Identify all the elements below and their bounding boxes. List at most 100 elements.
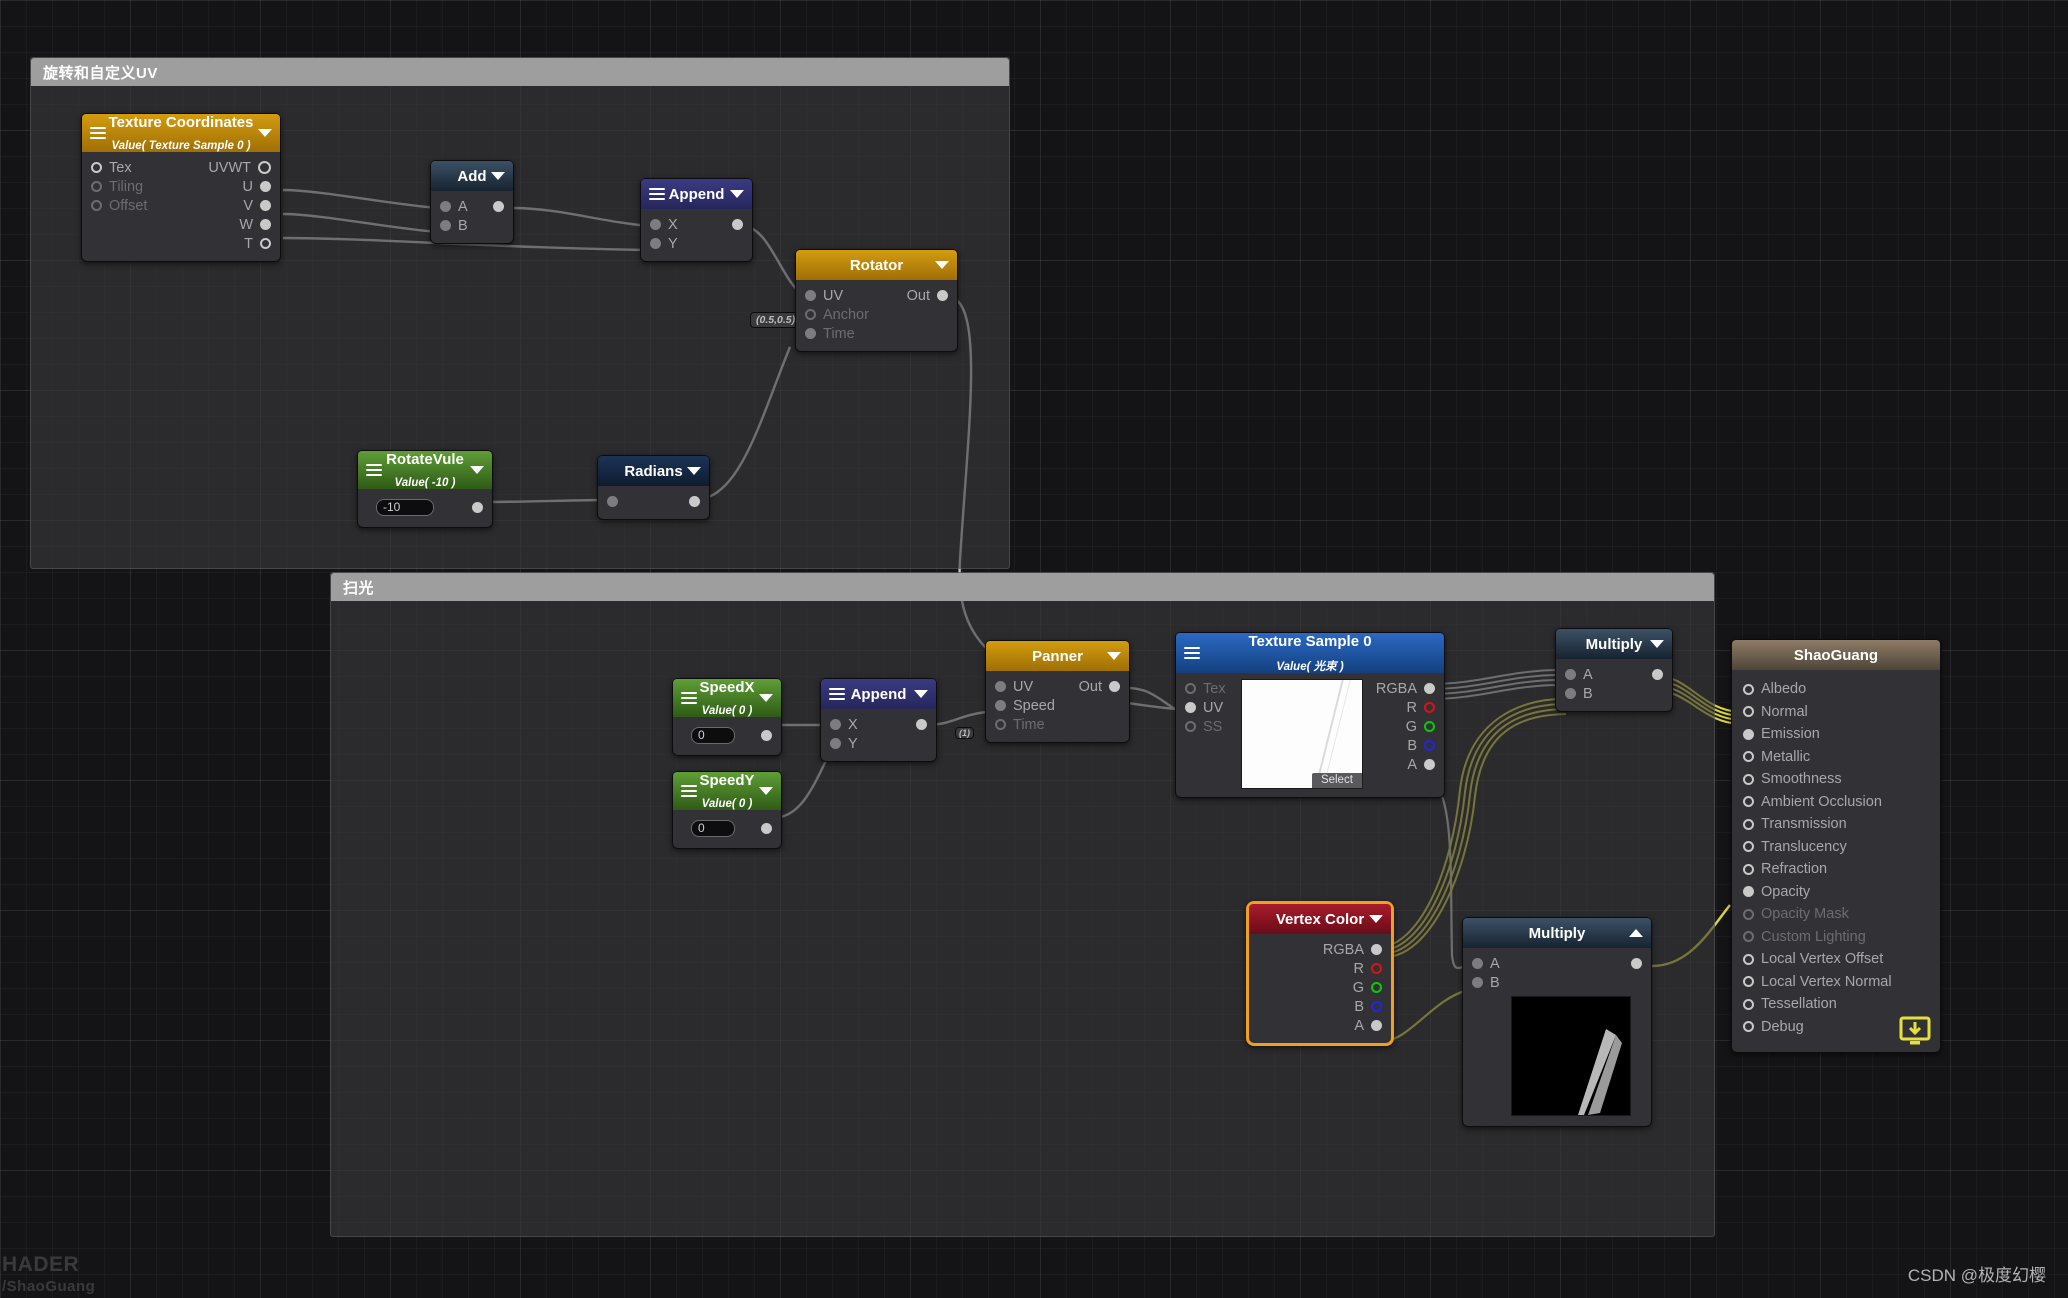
value-input-field[interactable]: 0 bbox=[691, 819, 735, 837]
input-port[interactable] bbox=[1743, 841, 1754, 853]
chevron-down-icon[interactable] bbox=[730, 190, 744, 198]
node-texture-coordinates[interactable]: Texture Coordinates Value( Texture Sampl… bbox=[81, 113, 281, 262]
shaoguang-slot-smoothness[interactable]: Smoothness bbox=[1732, 768, 1940, 791]
node-header[interactable]: ShaoGuang bbox=[1732, 640, 1940, 670]
input-port[interactable] bbox=[1743, 683, 1754, 695]
shaoguang-slot-albedo[interactable]: Albedo bbox=[1732, 678, 1940, 701]
shaoguang-slot-translucency[interactable]: Translucency bbox=[1732, 836, 1940, 859]
shaoguang-slot-metallic[interactable]: Metallic bbox=[1732, 746, 1940, 769]
node-radians[interactable]: Radians bbox=[597, 455, 710, 520]
node-rotate-vule[interactable]: RotateVule Value( -10 ) -10 bbox=[357, 450, 493, 528]
node-append-speed[interactable]: Append X Y bbox=[820, 678, 937, 762]
node-speed-y[interactable]: SpeedY Value( 0 ) 0 bbox=[672, 771, 782, 849]
input-port[interactable] bbox=[1743, 998, 1754, 1010]
node-header[interactable]: Radians bbox=[598, 456, 709, 486]
value-input-field[interactable]: -10 bbox=[376, 498, 434, 516]
node-header[interactable]: Texture Sample 0 Value( 光束 ) bbox=[1176, 633, 1444, 673]
node-header[interactable]: Add bbox=[431, 161, 513, 191]
input-port-time[interactable] bbox=[995, 719, 1006, 730]
output-port-r[interactable] bbox=[1424, 702, 1435, 713]
chevron-down-icon[interactable] bbox=[491, 172, 505, 180]
node-vertex-color[interactable]: Vertex Color RGBA R G B A bbox=[1246, 901, 1394, 1046]
input-port[interactable] bbox=[1743, 976, 1754, 988]
output-port[interactable] bbox=[1631, 958, 1642, 969]
input-port-a[interactable] bbox=[1565, 669, 1576, 680]
rotator-anchor-chip[interactable]: (0.5,0.5) bbox=[750, 312, 802, 328]
shaoguang-slot-ambient-occlusion[interactable]: Ambient Occlusion bbox=[1732, 791, 1940, 814]
shaoguang-slot-opacity[interactable]: Opacity bbox=[1732, 881, 1940, 904]
node-header[interactable]: SpeedX Value( 0 ) bbox=[673, 679, 781, 717]
chevron-down-icon[interactable] bbox=[258, 129, 272, 137]
chevron-down-icon[interactable] bbox=[935, 261, 949, 269]
node-header[interactable]: RotateVule Value( -10 ) bbox=[358, 451, 492, 489]
output-port-u[interactable] bbox=[260, 181, 271, 192]
hamburger-icon[interactable] bbox=[829, 688, 845, 700]
input-port-time[interactable] bbox=[805, 328, 816, 339]
output-port-a[interactable] bbox=[1371, 1020, 1382, 1031]
node-header[interactable]: Multiply bbox=[1463, 918, 1651, 948]
node-shao-guang-output[interactable]: ShaoGuang Albedo Normal Emission Metallic Sm… bbox=[1731, 639, 1941, 1053]
input-port[interactable] bbox=[1743, 863, 1754, 875]
output-port[interactable] bbox=[916, 719, 927, 730]
node-header[interactable]: Panner bbox=[986, 641, 1129, 671]
node-add[interactable]: Add A B bbox=[430, 160, 514, 244]
output-port[interactable] bbox=[1652, 669, 1663, 680]
input-port-b[interactable] bbox=[440, 220, 451, 231]
node-header[interactable]: Append bbox=[641, 179, 752, 209]
shaoguang-slot-custom-lighting[interactable]: Custom Lighting bbox=[1732, 926, 1940, 949]
input-port[interactable] bbox=[1743, 706, 1754, 718]
chevron-up-icon[interactable] bbox=[1629, 929, 1643, 937]
output-port[interactable] bbox=[732, 219, 743, 230]
hamburger-icon[interactable] bbox=[1184, 647, 1200, 659]
output-port-g[interactable] bbox=[1371, 982, 1382, 993]
value-input-field[interactable]: 0 bbox=[691, 726, 735, 744]
output-port[interactable] bbox=[493, 201, 504, 212]
output-port-rgba[interactable] bbox=[1424, 683, 1435, 694]
shaoguang-slot-tessellation[interactable]: Tessellation bbox=[1732, 993, 1940, 1016]
node-header[interactable]: Texture Coordinates Value( Texture Sampl… bbox=[82, 114, 280, 152]
hamburger-icon[interactable] bbox=[90, 127, 106, 139]
input-port-a[interactable] bbox=[1472, 958, 1483, 969]
download-to-monitor-icon[interactable] bbox=[1898, 1016, 1932, 1046]
input-port[interactable] bbox=[1743, 796, 1754, 808]
select-button[interactable]: Select bbox=[1311, 773, 1362, 788]
output-port-a[interactable] bbox=[1424, 759, 1435, 770]
input-port-uv[interactable] bbox=[995, 681, 1006, 692]
input-port-b[interactable] bbox=[1472, 977, 1483, 988]
output-port-t[interactable] bbox=[260, 238, 271, 249]
shaoguang-slot-transmission[interactable]: Transmission bbox=[1732, 813, 1940, 836]
chevron-down-icon[interactable] bbox=[914, 690, 928, 698]
shaoguang-slot-emission[interactable]: Emission bbox=[1732, 723, 1940, 746]
input-port[interactable] bbox=[1743, 953, 1754, 965]
chevron-down-icon[interactable] bbox=[1650, 640, 1664, 648]
output-port[interactable] bbox=[761, 729, 772, 741]
input-port-y[interactable] bbox=[650, 238, 661, 249]
input-port-anchor[interactable] bbox=[805, 309, 816, 320]
output-port[interactable] bbox=[689, 496, 700, 507]
chevron-down-icon[interactable] bbox=[1107, 652, 1121, 660]
output-port-r[interactable] bbox=[1371, 963, 1382, 974]
input-port-a[interactable] bbox=[440, 201, 451, 212]
node-texture-sample-0[interactable]: Texture Sample 0 Value( 光束 ) Tex UV SS S… bbox=[1175, 632, 1445, 798]
input-port-filled[interactable] bbox=[1743, 728, 1754, 740]
input-port-filled[interactable] bbox=[1743, 886, 1754, 898]
output-port-out[interactable] bbox=[937, 290, 948, 301]
node-multiply-bottom[interactable]: Multiply A B bbox=[1462, 917, 1652, 1127]
node-speed-x[interactable]: SpeedX Value( 0 ) 0 bbox=[672, 678, 782, 756]
input-port-ss[interactable] bbox=[1185, 721, 1196, 732]
output-port-b[interactable] bbox=[1371, 1001, 1382, 1012]
output-port-uvwt[interactable] bbox=[258, 161, 271, 174]
shaoguang-slot-refraction[interactable]: Refraction bbox=[1732, 858, 1940, 881]
chevron-down-icon[interactable] bbox=[759, 694, 773, 702]
input-port[interactable] bbox=[1743, 1021, 1754, 1033]
input-port[interactable] bbox=[1743, 751, 1754, 763]
shaoguang-slot-local-vertex-normal[interactable]: Local Vertex Normal bbox=[1732, 971, 1940, 994]
output-port-b[interactable] bbox=[1424, 740, 1435, 751]
shaoguang-slot-local-vertex-offset[interactable]: Local Vertex Offset bbox=[1732, 948, 1940, 971]
input-port-speed[interactable] bbox=[995, 700, 1006, 711]
input-port[interactable] bbox=[1743, 818, 1754, 830]
input-port-y[interactable] bbox=[830, 738, 841, 749]
input-port-tex[interactable] bbox=[1185, 683, 1196, 694]
node-header[interactable]: Multiply bbox=[1556, 629, 1672, 659]
node-header[interactable]: Vertex Color bbox=[1249, 904, 1391, 934]
